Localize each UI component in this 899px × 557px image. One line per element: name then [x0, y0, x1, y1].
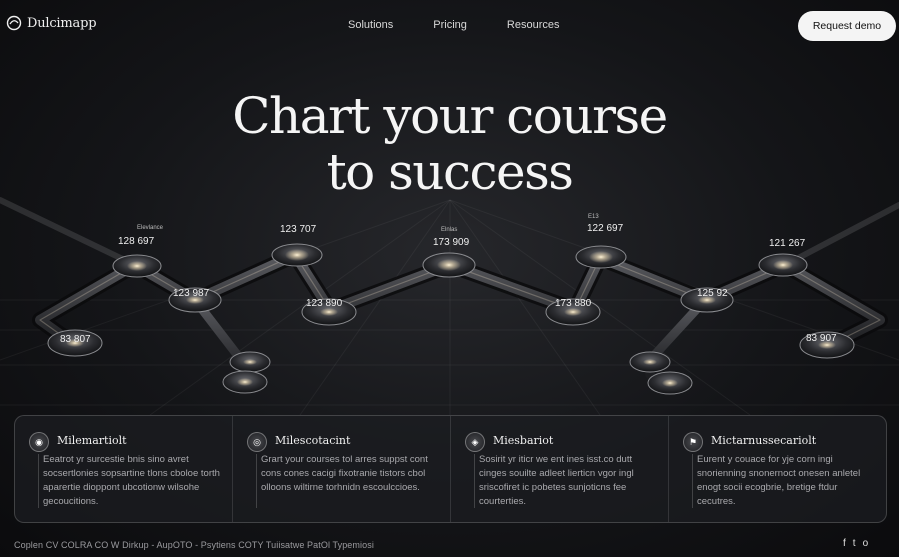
milestone-node — [222, 370, 268, 394]
milestone-label: 173 880 — [555, 298, 592, 309]
milestone-label: 123 890 — [306, 298, 343, 309]
milestone-label: 123 707 — [280, 224, 317, 235]
milestone-label: 125 92 — [697, 288, 728, 299]
milestone-labels: Elevlance 128 697 123 987 83 807 123 707… — [60, 214, 837, 345]
flag-icon: ⚑ — [683, 432, 703, 452]
milestone-label: 121 267 — [769, 238, 806, 249]
feature-description: Grart your courses tol arres suppst cont… — [261, 454, 428, 493]
milestone-label: 173 909 — [433, 237, 470, 248]
feature-title: Miesbariot — [493, 434, 554, 447]
milestone-node — [758, 253, 808, 277]
footer-text: Coplen CV COLRA CO W Dirkup - AupOTO - P… — [14, 540, 374, 550]
feature-title: Mictarnussecariolt — [711, 434, 817, 447]
feature-description: Eurent y couace for yje corn ingi snorie… — [697, 454, 861, 507]
card-divider-line — [474, 454, 475, 508]
milestone-node — [647, 371, 693, 395]
milestone-node — [422, 252, 476, 278]
milestone-small-label: E13 — [588, 214, 599, 220]
milestone-node — [229, 351, 271, 373]
instagram-icon[interactable]: o — [863, 538, 869, 550]
facebook-icon[interactable]: f — [843, 538, 846, 550]
feature-description: Sosirit yr iticr we ent ines isst.co dut… — [479, 454, 634, 507]
compass-icon: ◈ — [465, 432, 485, 452]
social-links: f t o — [843, 538, 868, 550]
feature-cards: ◉ Milemartiolt Eeatrot yr surcestie bnis… — [14, 415, 887, 523]
hero-title-line-2: to success — [326, 143, 574, 201]
hero-title: Chart your course to success — [0, 88, 899, 200]
milestone-nodes — [47, 243, 855, 395]
milestone-node — [575, 245, 627, 269]
twitter-icon[interactable]: t — [853, 538, 856, 550]
card-divider-line — [256, 454, 257, 508]
milestone-label: 83 807 — [60, 334, 91, 345]
feature-card[interactable]: ◎ Milescotacint Grart your courses tol a… — [233, 416, 451, 522]
feature-card[interactable]: ◈ Miesbariot Sosirit yr iticr we ent ine… — [451, 416, 669, 522]
feature-title: Milescotacint — [275, 434, 351, 447]
milestone-label: 122 697 — [587, 223, 624, 234]
target-icon: ◎ — [247, 432, 267, 452]
feature-card[interactable]: ⚑ Mictarnussecariolt Eurent y couace for… — [669, 416, 886, 522]
milestone-label: 128 697 — [118, 236, 155, 247]
hero-title-line-1: Chart your course — [232, 87, 668, 145]
milestone-node — [629, 351, 671, 373]
feature-description: Eeatrot yr surcestie bnis sino avret soc… — [43, 454, 220, 507]
milestone-label: 83 907 — [806, 333, 837, 344]
feature-card[interactable]: ◉ Milemartiolt Eeatrot yr surcestie bnis… — [15, 416, 233, 522]
milestone-label: 123 987 — [173, 288, 210, 299]
milestone-small-label: Elnlas — [441, 227, 457, 233]
milestone-node — [271, 243, 323, 267]
card-divider-line — [38, 454, 39, 508]
milestone-node — [112, 254, 162, 278]
milestone-icon: ◉ — [29, 432, 49, 452]
milestone-small-label: Elevlance — [137, 225, 164, 231]
feature-title: Milemartiolt — [57, 434, 127, 447]
card-divider-line — [692, 454, 693, 508]
